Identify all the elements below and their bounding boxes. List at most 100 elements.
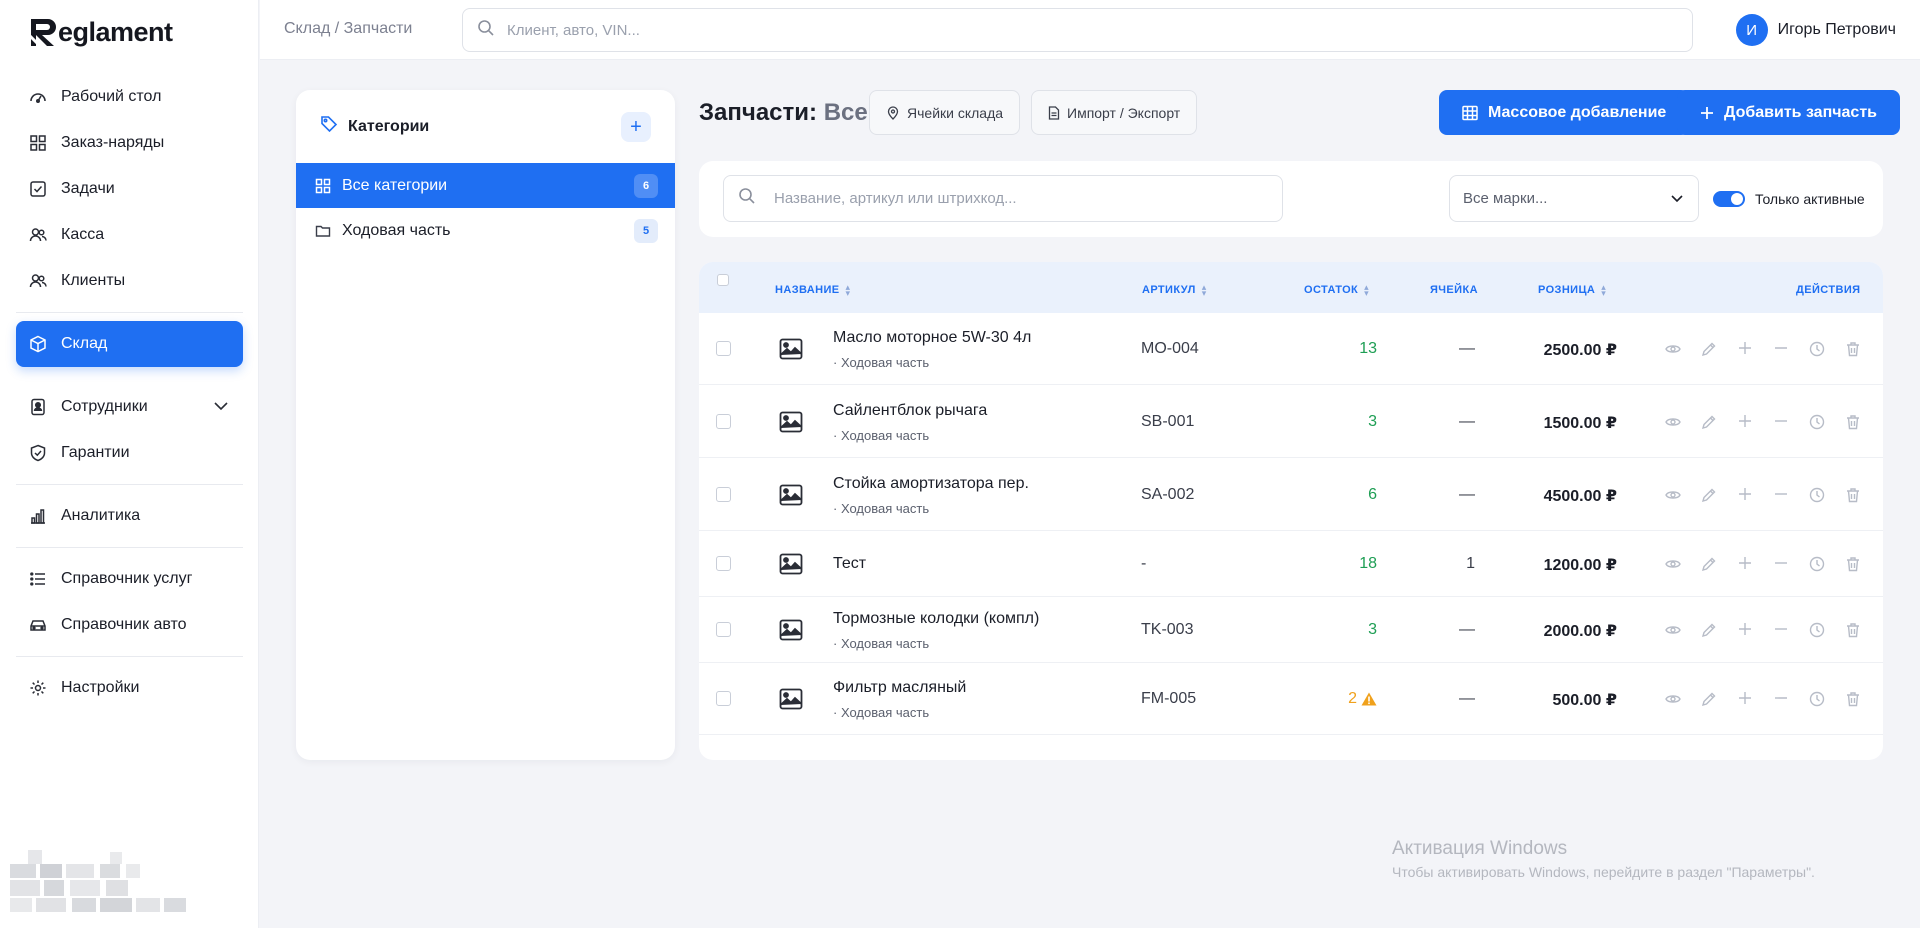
view-icon[interactable]: [1655, 691, 1691, 707]
decrease-stock-icon[interactable]: [1763, 556, 1799, 572]
history-icon[interactable]: [1799, 691, 1835, 707]
sidebar-item-dashboard[interactable]: Рабочий стол: [16, 74, 243, 120]
column-header-sku[interactable]: АРТИКУЛ ▴ ▾: [1142, 283, 1207, 298]
history-icon[interactable]: [1799, 622, 1835, 638]
part-name[interactable]: Фильтр масляный: [833, 679, 966, 697]
delete-icon[interactable]: [1835, 414, 1871, 430]
sidebar-item-warranty[interactable]: Гарантии: [16, 430, 243, 476]
sidebar-item-services[interactable]: Справочник услуг: [16, 556, 243, 602]
table-row[interactable]: Масло моторное 5W-30 4л · Ходовая часть MO…: [699, 313, 1883, 385]
delete-icon[interactable]: [1835, 556, 1871, 572]
row-checkbox[interactable]: [716, 691, 731, 706]
edit-icon[interactable]: [1691, 691, 1727, 707]
increase-stock-icon[interactable]: [1727, 414, 1763, 430]
sidebar-item-tasks[interactable]: Задачи: [16, 166, 243, 212]
view-icon[interactable]: [1655, 487, 1691, 503]
row-checkbox[interactable]: [716, 622, 731, 637]
sidebar-item-clients[interactable]: Клиенты: [16, 258, 243, 304]
column-header-name[interactable]: НАЗВАНИЕ ▴ ▾: [775, 283, 850, 298]
part-price: 2000.00 ₽: [1543, 623, 1617, 640]
decrease-stock-icon[interactable]: [1763, 691, 1799, 707]
part-name[interactable]: Сайлентблок рычага: [833, 402, 987, 420]
brand-select[interactable]: Все марки...: [1449, 175, 1699, 222]
parts-search[interactable]: [723, 175, 1283, 222]
view-icon[interactable]: [1655, 556, 1691, 572]
user-menu[interactable]: И Игорь Петрович: [1735, 14, 1896, 46]
logo-mark-icon: [28, 16, 62, 49]
part-cell: 1: [1466, 555, 1475, 572]
parts-search-input[interactable]: [774, 190, 1254, 207]
edit-icon[interactable]: [1691, 487, 1727, 503]
badge-icon: [28, 397, 48, 417]
add-category-button[interactable]: +: [621, 112, 651, 142]
edit-icon[interactable]: [1691, 414, 1727, 430]
breadcrumb[interactable]: Склад / Запчасти: [284, 20, 412, 38]
row-checkbox[interactable]: [716, 486, 731, 502]
part-cell: —: [1459, 485, 1475, 503]
sidebar-item-settings[interactable]: Настройки: [16, 665, 243, 711]
view-icon[interactable]: [1655, 622, 1691, 638]
import-export-button[interactable]: Импорт / Экспорт: [1031, 90, 1198, 135]
decrease-stock-icon[interactable]: [1763, 341, 1799, 357]
column-header-stock[interactable]: ОСТАТОК ▴ ▾: [1304, 283, 1369, 298]
history-icon[interactable]: [1799, 556, 1835, 572]
edit-icon[interactable]: [1691, 622, 1727, 638]
bulk-add-button[interactable]: Массовое добавление: [1439, 90, 1690, 135]
category-item-chassis[interactable]: Ходовая часть 5: [296, 208, 675, 253]
plus-icon: [1700, 106, 1714, 120]
part-name[interactable]: Тормозные колодки (компл): [833, 610, 1039, 628]
delete-icon[interactable]: [1835, 487, 1871, 503]
table-row[interactable]: Фильтр масляный · Ходовая часть FM-005 2 — 50…: [699, 663, 1883, 735]
view-icon[interactable]: [1655, 414, 1691, 430]
history-icon[interactable]: [1799, 487, 1835, 503]
row-checkbox[interactable]: [716, 413, 731, 429]
part-stock-value: 13: [1359, 340, 1377, 357]
part-name[interactable]: Масло моторное 5W-30 4л: [833, 329, 1031, 347]
history-icon[interactable]: [1799, 341, 1835, 357]
row-checkbox[interactable]: [716, 341, 731, 356]
decrease-stock-icon[interactable]: [1763, 487, 1799, 503]
row-actions: [1655, 487, 1871, 503]
increase-stock-icon[interactable]: [1727, 622, 1763, 638]
app-logo[interactable]: eglament: [28, 12, 173, 52]
table-row[interactable]: Сайлентблок рычага · Ходовая часть SB-001 3…: [699, 385, 1883, 458]
delete-icon[interactable]: [1835, 622, 1871, 638]
select-all-checkbox[interactable]: [717, 274, 729, 286]
warehouse-cells-button[interactable]: Ячейки склада: [869, 90, 1021, 135]
page-title: Запчасти: Все: [699, 99, 868, 127]
table-row[interactable]: Тормозные колодки (компл) · Ходовая часть…: [699, 597, 1883, 663]
global-search[interactable]: [462, 8, 1693, 52]
column-header-price[interactable]: РОЗНИЦА ▴ ▾: [1538, 283, 1606, 298]
increase-stock-icon[interactable]: [1727, 341, 1763, 357]
category-item-all[interactable]: Все категории 6: [296, 163, 675, 208]
increase-stock-icon[interactable]: [1727, 691, 1763, 707]
delete-icon[interactable]: [1835, 691, 1871, 707]
view-icon[interactable]: [1655, 341, 1691, 357]
chevron-down-icon[interactable]: [213, 398, 229, 419]
table-row[interactable]: Тест - 18 1 1200.00 ₽: [699, 531, 1883, 597]
edit-icon[interactable]: [1691, 341, 1727, 357]
sidebar-item-cash[interactable]: Касса: [16, 212, 243, 258]
active-only-toggle[interactable]: [1713, 191, 1745, 207]
edit-icon[interactable]: [1691, 556, 1727, 572]
decrease-stock-icon[interactable]: [1763, 622, 1799, 638]
add-part-button[interactable]: Добавить запчасть: [1677, 90, 1900, 135]
sidebar-item-analytics[interactable]: Аналитика: [16, 493, 243, 539]
part-sku: MO-004: [1141, 340, 1199, 357]
delete-icon[interactable]: [1835, 341, 1871, 357]
part-name[interactable]: Тест: [833, 555, 866, 573]
row-checkbox[interactable]: [716, 556, 731, 571]
history-icon[interactable]: [1799, 414, 1835, 430]
sidebar-item-orders[interactable]: Заказ-наряды: [16, 120, 243, 166]
part-name[interactable]: Стойка амортизатора пер.: [833, 475, 1029, 493]
global-search-input[interactable]: [507, 21, 1607, 39]
image-placeholder-icon: [779, 619, 803, 646]
increase-stock-icon[interactable]: [1727, 556, 1763, 572]
decrease-stock-icon[interactable]: [1763, 414, 1799, 430]
increase-stock-icon[interactable]: [1727, 487, 1763, 503]
sidebar-item-employees[interactable]: Сотрудники: [16, 384, 243, 430]
sidebar-item-warehouse[interactable]: Склад: [16, 321, 243, 367]
sidebar-item-cars[interactable]: Справочник авто: [16, 602, 243, 648]
table-row[interactable]: Стойка амортизатора пер. · Ходовая часть S…: [699, 458, 1883, 531]
watermark-title: Активация Windows: [1392, 838, 1568, 859]
